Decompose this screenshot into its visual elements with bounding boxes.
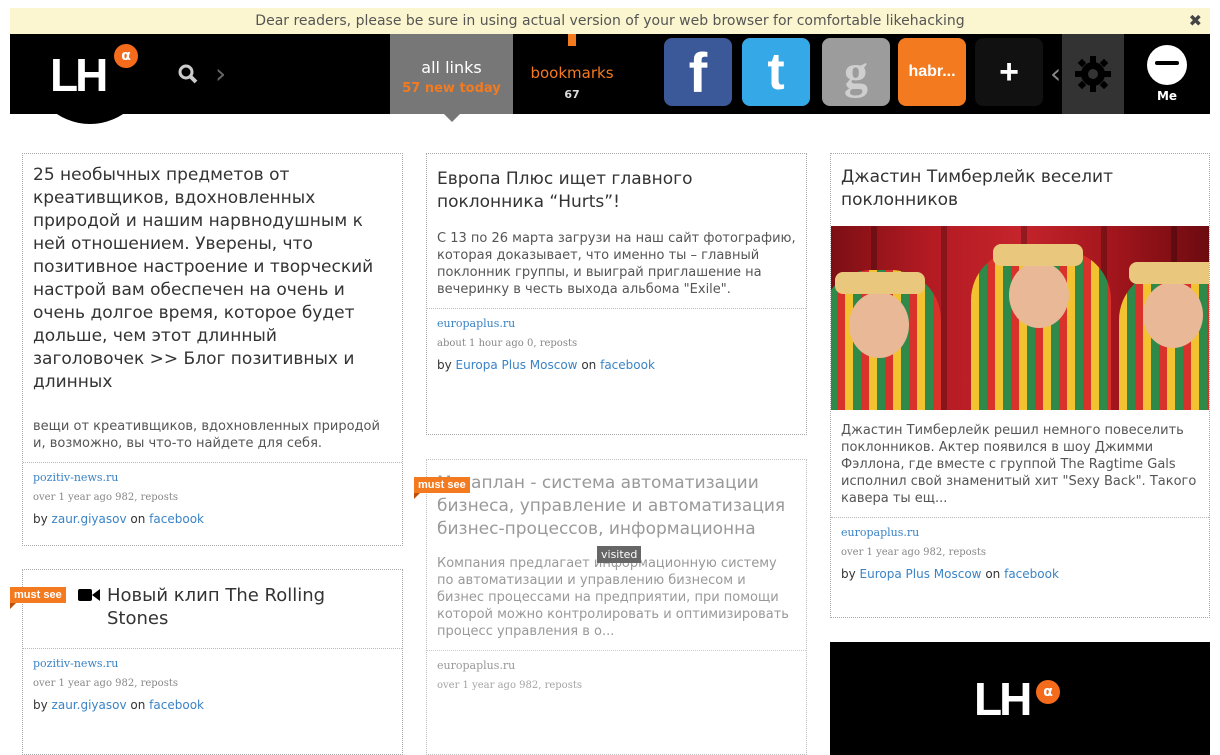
card-meta: pozitiv-news.ru over 1 year ago 982, rep… (23, 462, 402, 534)
notice-text: Dear readers, please be sure in using ac… (255, 13, 965, 29)
network-link[interactable]: facebook (1004, 567, 1059, 581)
link-card-justin-timberlake[interactable]: Джастин Тимберлейк веселит поклонников Д… (830, 153, 1210, 618)
on-label: on (130, 512, 146, 526)
card-byline: by Europa Plus Moscow on facebook (437, 358, 796, 372)
visited-badge: visited (597, 546, 642, 563)
tab-all-links[interactable]: all links 57 new today (390, 34, 513, 122)
card-meta: europaplus.ru about 1 hour ago 0, repost… (427, 308, 806, 380)
gear-icon (1075, 56, 1111, 92)
by-label: by (437, 358, 452, 372)
performer-left-hat (835, 272, 925, 294)
by-label: by (33, 512, 48, 526)
facebook-icon: f (688, 40, 708, 104)
bookmarks-count: 67 (564, 88, 580, 101)
card-meta: europaplus.ru over 1 year ago 982, repos… (427, 650, 806, 699)
card-title[interactable]: Новый клип The Rolling Stones (23, 570, 402, 648)
performer-right-hat (1129, 262, 1209, 284)
plus-icon: + (999, 52, 1019, 91)
link-card-europa-plus-hurts[interactable]: Европа Плюс ищет главного поклонника “Hu… (426, 153, 807, 435)
new-today-count: 57 new today (402, 81, 501, 96)
twitter-icon: t (767, 43, 785, 101)
on-label: on (985, 567, 1001, 581)
logo: LH (50, 49, 108, 101)
by-label: by (33, 698, 48, 712)
author-link[interactable]: zaur.giyasov (52, 698, 127, 712)
top-header: LH α › all links 57 new today bookmarks … (10, 34, 1210, 124)
author-link[interactable]: Europa Plus Moscow (456, 358, 578, 372)
avatar-icon (1147, 45, 1187, 85)
footer-alpha-badge: α (1036, 680, 1060, 704)
separator-chevron-left: ‹ (1050, 57, 1062, 90)
card-title[interactable]: Европа Плюс ищет главного поклонника “Hu… (427, 154, 806, 214)
card-title[interactable]: 25 необычных предметов от креативщиков, … (23, 154, 402, 394)
habr-button[interactable]: habr... (898, 38, 966, 106)
author-link[interactable]: zaur.giyasov (52, 512, 127, 526)
must-see-badge: must see (10, 587, 66, 609)
card-description: С 13 по 26 марта загрузи на наш сайт фот… (437, 231, 796, 297)
habr-label: habr... (908, 63, 956, 80)
close-icon[interactable]: ✖ (1189, 11, 1202, 30)
card-source[interactable]: pozitiv-news.ru (33, 657, 392, 670)
card-description: Джастин Тимберлейк решил немного повесел… (841, 423, 1197, 506)
google-button[interactable]: g (822, 38, 890, 106)
card-byline: by Europa Plus Moscow on facebook (841, 567, 1199, 581)
card-source[interactable]: europaplus.ru (437, 317, 796, 330)
card-source[interactable]: europaplus.ru (437, 659, 796, 672)
logo-container[interactable]: LH α (30, 34, 150, 124)
link-card-megaplan[interactable]: Мегаплан - система автоматизации бизнеса… (426, 459, 807, 755)
facebook-button[interactable]: f (664, 38, 732, 106)
performer-right-head (1143, 282, 1203, 348)
search-button[interactable] (160, 34, 215, 114)
card-description: вещи от креативщиков, вдохновленных прир… (33, 419, 380, 451)
card-time: about 1 hour ago 0, reposts (437, 338, 578, 349)
performer-center-hat (993, 244, 1083, 266)
performer-left-head (849, 292, 909, 358)
video-camera-icon (78, 589, 100, 601)
card-source[interactable]: europaplus.ru (841, 526, 1199, 539)
google-icon: g (844, 45, 868, 99)
on-label: on (581, 358, 597, 372)
profile-button[interactable]: Me (1124, 34, 1210, 114)
alpha-badge: α (114, 44, 138, 68)
browser-notice: Dear readers, please be sure in using ac… (10, 8, 1210, 34)
card-source[interactable]: pozitiv-news.ru (33, 471, 392, 484)
performer-center-head (1009, 262, 1069, 328)
curtain-fold (941, 226, 947, 410)
card-time: over 1 year ago 982, reposts (33, 678, 178, 689)
on-label: on (130, 698, 146, 712)
network-link[interactable]: facebook (600, 358, 655, 372)
tab-all-links-label: all links (421, 58, 482, 77)
footer-logo: LH (974, 673, 1032, 725)
link-card-positive-gadgets[interactable]: 25 необычных предметов от креативщиков, … (22, 153, 403, 546)
search-icon (178, 64, 197, 84)
card-time: over 1 year ago 982, reposts (437, 680, 582, 691)
network-link[interactable]: facebook (149, 512, 204, 526)
settings-button[interactable] (1062, 34, 1124, 114)
tab-bookmarks-label: bookmarks (530, 64, 614, 82)
add-service-button[interactable]: + (975, 38, 1043, 106)
tab-bookmarks[interactable]: bookmarks 67 (522, 34, 622, 114)
must-see-badge: must see (414, 477, 470, 499)
twitter-button[interactable]: t (742, 38, 810, 106)
card-image[interactable] (831, 226, 1209, 410)
card-time: over 1 year ago 982, reposts (33, 492, 178, 503)
active-tab-pointer (444, 114, 460, 122)
card-title[interactable]: Мегаплан - система автоматизации бизнеса… (427, 460, 806, 541)
profile-label: Me (1156, 89, 1178, 103)
bookmark-ribbon-icon (568, 34, 576, 46)
author-link[interactable]: Europa Plus Moscow (860, 567, 982, 581)
network-link[interactable]: facebook (149, 698, 204, 712)
card-byline: by zaur.giyasov on facebook (33, 698, 392, 712)
card-meta: europaplus.ru over 1 year ago 982, repos… (831, 517, 1209, 589)
card-meta: pozitiv-news.ru over 1 year ago 982, rep… (23, 648, 402, 720)
card-byline: by zaur.giyasov on facebook (33, 512, 392, 526)
card-time: over 1 year ago 982, reposts (841, 547, 986, 558)
separator-chevron: › (215, 57, 227, 90)
lh-promo-card[interactable]: LH α (830, 642, 1210, 755)
card-title[interactable]: Джастин Тимберлейк веселит поклонников (831, 154, 1209, 226)
by-label: by (841, 567, 856, 581)
